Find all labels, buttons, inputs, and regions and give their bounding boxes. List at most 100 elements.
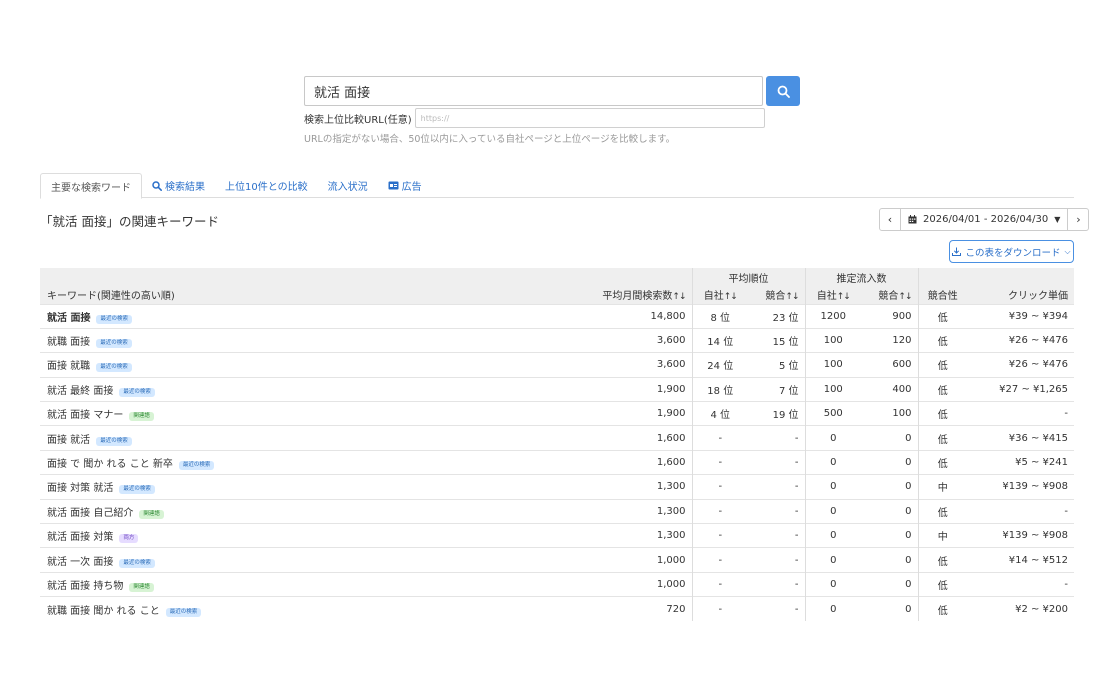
volume-cell: 1,600 (590, 449, 692, 475)
chevron-left-icon: ‹ (887, 213, 893, 226)
rank-own-cell: 14 位 (691, 327, 748, 353)
table-row: 面接 就職 最近の検索 3,600 24 位5 位 100 600 低 ¥26 ~ ¥476 (40, 352, 1074, 378)
keyword-link[interactable]: 就職 面接 (47, 337, 90, 348)
keyword-link[interactable]: 就活 面接 持ち物 (47, 581, 123, 592)
cpc-cell: ¥139 ~ ¥908 (967, 523, 1074, 548)
inflow-own-cell: 0 (804, 498, 861, 524)
keyword-link[interactable]: 就職 面接 聞か れる こと (47, 606, 160, 617)
rank-comp-cell: - (748, 596, 805, 622)
inflow-own-cell: 0 (804, 449, 861, 475)
caret-down-icon: ▼ (1054, 215, 1061, 224)
search-input[interactable]: 就活 面接 (304, 76, 763, 106)
keyword-badge: 最近の検索 (96, 363, 132, 373)
rank-comp-cell: 5 位 (748, 352, 805, 378)
inflow-own-cell: 0 (804, 596, 861, 622)
volume-column-header[interactable]: 平均月間検索数↑↓ (590, 286, 692, 304)
keyword-link[interactable]: 就活 面接 (47, 313, 90, 324)
sort-icon: ↑↓ (723, 292, 738, 303)
rank-comp-cell: - (748, 498, 805, 524)
download-button[interactable]: この表をダウンロード ⌵ (949, 240, 1074, 263)
rank-comp-cell: - (748, 523, 805, 548)
keyword-link[interactable]: 面接 就活 (47, 435, 90, 446)
date-range-picker: ‹ 2026/04/01 - 2026/04/30 ▼ › (879, 208, 1090, 231)
competition-cell: 中 (917, 474, 967, 500)
keyword-badge: 最近の検索 (119, 387, 155, 397)
keyword-table: 平均順位 推定流入数 キーワード(関連性の高い順) 平均月間検索数↑↓ 自社↑↓… (40, 268, 1074, 622)
keyword-badge: 最近の検索 (119, 558, 155, 568)
search-button[interactable] (766, 76, 800, 106)
next-period-button[interactable]: › (1067, 209, 1088, 230)
keyword-cell: 就職 面接 最近の検索 (40, 327, 590, 353)
url-input[interactable]: https:// (414, 108, 765, 128)
url-hint: URLの指定がない場合、50位以内に入っている自社ページと上位ページを比較します… (304, 134, 676, 145)
tab-label: 広告 (401, 182, 422, 193)
rank-own-cell: - (691, 449, 748, 475)
competition-cell: 中 (917, 523, 967, 548)
table-row: 面接 対策 就活 最近の検索 1,300- -0 0 中 ¥139 ~ ¥908 (40, 474, 1074, 500)
volume-cell: 1,600 (590, 425, 692, 451)
keyword-link[interactable]: 面接 で 聞か れる こと 新卒 (47, 459, 173, 470)
keyword-link[interactable]: 就活 面接 マナー (47, 410, 123, 421)
competition-cell: 低 (917, 327, 967, 353)
keyword-cell: 就活 面接 自己紹介 関連語 (40, 498, 590, 524)
cpc-cell: ¥5 ~ ¥241 (967, 449, 1074, 475)
cpc-cell: - (967, 401, 1074, 426)
competition-cell: 低 (917, 547, 967, 573)
rank-own-cell: - (691, 498, 748, 524)
tab-ads[interactable]: 広告 (378, 173, 432, 198)
keyword-link[interactable]: 就活 一次 面接 (47, 557, 113, 568)
keyword-cell: 就活 一次 面接 最近の検索 (40, 547, 590, 573)
keyword-cell: 就活 面接 持ち物 関連語 (40, 571, 590, 597)
keyword-cell: 就職 面接 聞か れる こと 最近の検索 (40, 596, 590, 622)
keyword-link[interactable]: 就活 最終 面接 (47, 386, 113, 397)
date-range-label: 2026/04/01 - 2026/04/30 (923, 214, 1049, 225)
inflow-own-column-header[interactable]: 自社↑↓ (804, 286, 861, 304)
inflow-own-cell: 100 (804, 352, 861, 378)
tab-inflow[interactable]: 流入状況 (318, 173, 378, 198)
rank-own-cell: 18 位 (691, 376, 748, 402)
tab-top10-compare[interactable]: 上位10件との比較 (215, 173, 318, 198)
keyword-link[interactable]: 就活 面接 対策 (47, 532, 113, 543)
keyword-badge: 関連語 (139, 509, 164, 519)
competition-cell: 低 (917, 425, 967, 451)
inflow-comp-cell: 0 (861, 449, 918, 475)
sort-icon: ↑↓ (898, 292, 912, 303)
cpc-cell: - (967, 498, 1074, 524)
rank-own-cell: - (691, 547, 748, 573)
rank-comp-cell: - (748, 474, 805, 500)
competition-cell: 低 (917, 449, 967, 475)
inflow-own-cell: 0 (804, 571, 861, 597)
date-range-dropdown[interactable]: 2026/04/01 - 2026/04/30 ▼ (901, 209, 1067, 230)
tab-bar: 主要な検索ワード 検索結果 上位10件との比較 流入状況 広告 (40, 173, 1074, 199)
download-label: この表をダウンロード (965, 247, 1061, 259)
rank-own-column-header[interactable]: 自社↑↓ (691, 286, 748, 304)
url-label: 検索上位比較URL(任意) (304, 114, 412, 126)
competition-cell: 低 (917, 401, 967, 426)
keyword-badge: 最近の検索 (96, 339, 132, 349)
keyword-link[interactable]: 面接 就職 (47, 361, 90, 372)
search-icon (152, 180, 162, 191)
cpc-column-header: クリック単価 (967, 286, 1074, 304)
rank-own-cell: - (691, 523, 748, 548)
competition-cell: 低 (917, 596, 967, 622)
keyword-badge: 最近の検索 (119, 485, 155, 495)
keyword-badge: 関連語 (129, 412, 154, 422)
keyword-badge: 最近の検索 (96, 436, 132, 446)
inflow-own-cell: 500 (804, 401, 861, 426)
keyword-link[interactable]: 面接 対策 就活 (47, 483, 113, 494)
keyword-cell: 就活 面接 最近の検索 (40, 303, 590, 329)
cpc-cell: ¥2 ~ ¥200 (967, 596, 1074, 622)
table-row: 就活 面接 対策 両方 1,300- -0 0 中 ¥139 ~ ¥908 (40, 523, 1074, 548)
sort-icon: ↑↓ (836, 292, 851, 303)
tab-search-results[interactable]: 検索結果 (142, 173, 215, 198)
rank-comp-column-header[interactable]: 競合↑↓ (748, 286, 805, 304)
volume-cell: 3,600 (590, 327, 692, 353)
search-area: 就活 面接 検索上位比較URL(任意) https:// URLの指定がない場合… (304, 76, 800, 145)
prev-period-button[interactable]: ‹ (880, 209, 901, 230)
table-row: 就活 面接 マナー 関連語 1,900 4 位 19 位 500 100 低 - (40, 401, 1074, 426)
keyword-badge: 両方 (119, 534, 139, 544)
keyword-badge: 最近の検索 (96, 314, 132, 324)
keyword-link[interactable]: 就活 面接 自己紹介 (47, 508, 133, 519)
inflow-comp-column-header[interactable]: 競合↑↓ (861, 286, 918, 304)
tab-main-keywords[interactable]: 主要な検索ワード (40, 173, 142, 199)
